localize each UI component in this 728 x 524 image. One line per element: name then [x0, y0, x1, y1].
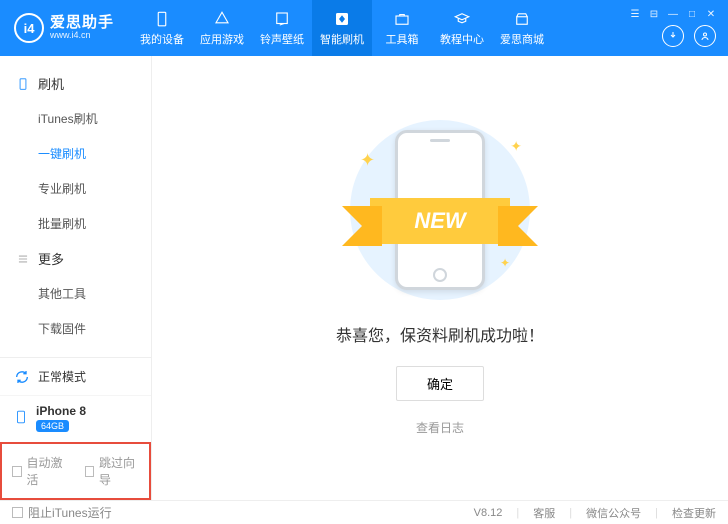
app-logo: i4 爱思助手 www.i4.cn [14, 13, 114, 43]
checkbox-block-itunes[interactable]: 阻止iTunes运行 [12, 504, 112, 521]
nav-tutorials[interactable]: 教程中心 [432, 0, 492, 56]
nav-flash[interactable]: 智能刷机 [312, 0, 372, 56]
app-header: i4 爱思助手 www.i4.cn 我的设备 应用游戏 铃声壁纸 智能刷机 工具… [0, 0, 728, 56]
checkbox-icon [12, 507, 23, 518]
list-icon [16, 252, 30, 266]
maximize-icon[interactable]: □ [687, 9, 697, 19]
support-link[interactable]: 客服 [533, 505, 555, 521]
download-button[interactable] [662, 25, 684, 47]
sidebar-item-oneclick-flash[interactable]: 一键刷机 [0, 136, 151, 171]
sidebar-item-other-tools[interactable]: 其他工具 [0, 276, 151, 311]
account-button[interactable] [694, 25, 716, 47]
window-controls: ☰ ⊟ — □ ✕ [630, 9, 716, 19]
apps-icon [213, 10, 231, 28]
phone-icon [153, 10, 171, 28]
sidebar-item-advanced[interactable]: 高级功能 [0, 346, 151, 357]
close-icon[interactable]: ✕ [706, 9, 716, 19]
nav-toolbox[interactable]: 工具箱 [372, 0, 432, 56]
flash-options-box: 自动激活 跳过向导 [0, 442, 151, 500]
new-ribbon: NEW [340, 198, 540, 244]
toolbox-icon [393, 10, 411, 28]
checkbox-auto-activate[interactable]: 自动激活 [12, 454, 67, 488]
lock-icon[interactable]: ⊟ [649, 9, 659, 19]
minimize-icon[interactable]: — [668, 9, 678, 19]
top-nav: 我的设备 应用游戏 铃声壁纸 智能刷机 工具箱 教程中心 爱思商城 [132, 0, 552, 56]
sidebar-item-pro-flash[interactable]: 专业刷机 [0, 171, 151, 206]
sidebar-item-download-firmware[interactable]: 下载固件 [0, 311, 151, 346]
device-mode[interactable]: 正常模式 [0, 358, 151, 396]
view-log-link[interactable]: 查看日志 [416, 419, 464, 436]
nav-my-device[interactable]: 我的设备 [132, 0, 192, 56]
success-illustration: ✦ ✦ ✦ NEW [340, 120, 540, 300]
device-name: iPhone 8 [36, 404, 86, 418]
music-icon [273, 10, 291, 28]
sparkle-icon: ✦ [500, 256, 510, 270]
app-url: www.i4.cn [50, 31, 114, 41]
status-bar: 阻止iTunes运行 V8.12 | 客服 | 微信公众号 | 检查更新 [0, 500, 728, 524]
refresh-icon [14, 369, 30, 385]
checkbox-icon [85, 466, 95, 477]
wechat-link[interactable]: 微信公众号 [586, 505, 641, 521]
menu-icon[interactable]: ☰ [630, 9, 640, 19]
sidebar: 刷机 iTunes刷机 一键刷机 专业刷机 批量刷机 更多 其他工具 下载固件 … [0, 56, 152, 500]
version-label: V8.12 [474, 507, 503, 519]
nav-apps[interactable]: 应用游戏 [192, 0, 252, 56]
logo-icon: i4 [14, 13, 44, 43]
app-name: 爱思助手 [50, 15, 114, 32]
nav-store[interactable]: 爱思商城 [492, 0, 552, 56]
check-update-link[interactable]: 检查更新 [672, 505, 716, 521]
sidebar-group-more: 更多 [0, 241, 151, 276]
device-phone-icon [14, 408, 28, 426]
device-info[interactable]: iPhone 8 64GB [0, 396, 151, 442]
sparkle-icon: ✦ [360, 150, 375, 171]
store-icon [513, 10, 531, 28]
main-content: ✦ ✦ ✦ NEW 恭喜您，保资料刷机成功啦！ 确定 查看日志 [152, 56, 728, 500]
success-message: 恭喜您，保资料刷机成功啦！ [336, 322, 544, 346]
sidebar-item-itunes-flash[interactable]: iTunes刷机 [0, 101, 151, 136]
storage-badge: 64GB [36, 420, 69, 432]
checkbox-icon [12, 466, 22, 477]
nav-ringtones[interactable]: 铃声壁纸 [252, 0, 312, 56]
ok-button[interactable]: 确定 [396, 366, 484, 401]
graduation-icon [453, 10, 471, 28]
phone-outline-icon [16, 77, 30, 91]
sidebar-item-batch-flash[interactable]: 批量刷机 [0, 206, 151, 241]
sparkle-icon: ✦ [510, 138, 522, 155]
checkbox-skip-guide[interactable]: 跳过向导 [85, 454, 140, 488]
flash-icon [333, 10, 351, 28]
sidebar-group-flash: 刷机 [0, 66, 151, 101]
